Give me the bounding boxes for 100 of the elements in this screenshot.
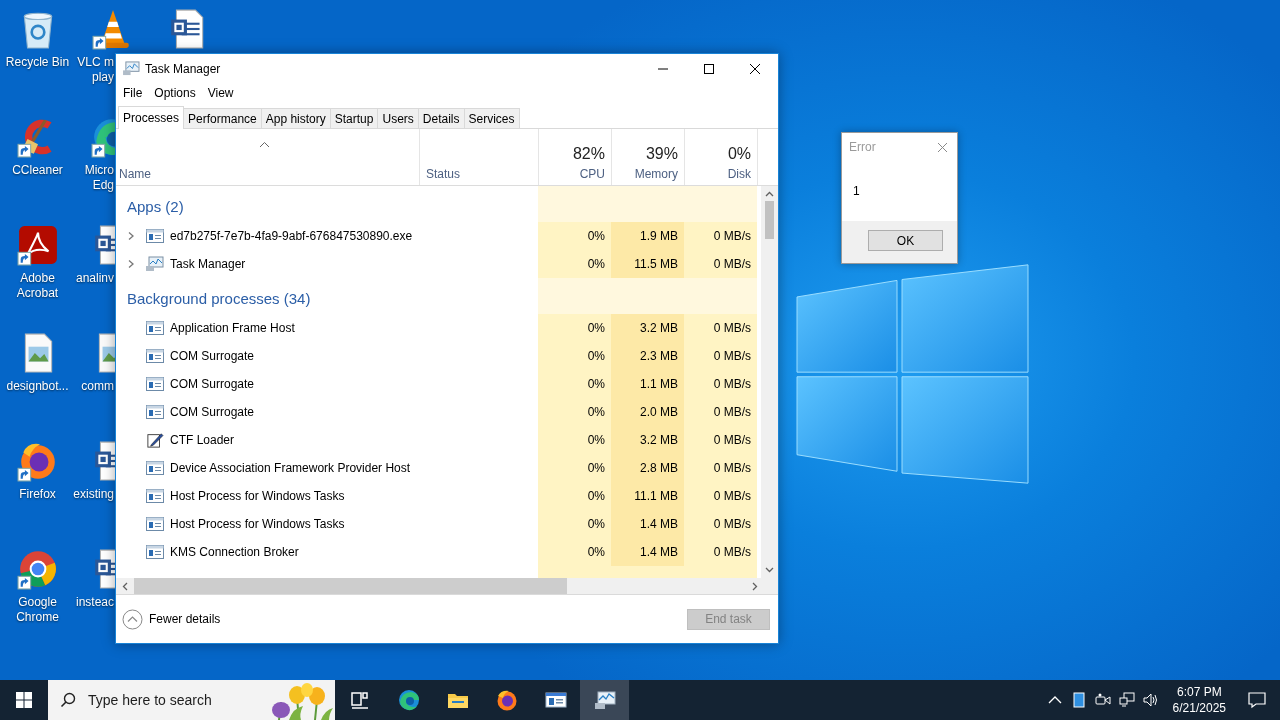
process-name: KMS Connection Broker [170,545,299,559]
clock-time[interactable]: 6:07 PM [1176,684,1222,700]
process-name: Application Frame Host [170,321,295,335]
scroll-right-icon[interactable] [750,581,759,591]
network-icon[interactable] [1118,692,1135,708]
clock-date[interactable]: 6/21/2025 [1172,700,1226,716]
icon-label[interactable]: CCleaner [12,163,63,178]
search-bar[interactable]: Type here to search [48,680,335,720]
tab[interactable]: Users [377,108,419,128]
cpu-cell: 0% [538,250,611,278]
icon-label[interactable]: existing [73,487,114,502]
icon-label[interactable]: Recycle Bin [5,55,70,70]
group-heading: Background processes (34) [126,288,311,307]
cpu-cell: 0% [538,482,611,510]
icon-label[interactable]: Micro Edg [84,163,114,193]
cpu-cell: 0% [538,510,611,538]
cpu-percent: 82% [572,145,605,163]
icon-label[interactable]: designbot... [6,379,69,394]
memory-cell: 11.1 MB [611,482,684,510]
monitor-chart-icon [123,61,140,76]
disk-cell: 0 MB/s [684,482,757,510]
memory-cell: 1.1 MB [611,370,684,398]
menu-item[interactable]: Options [148,86,202,100]
dialog-title: Error [849,140,877,154]
scroll-up-icon[interactable] [765,190,774,199]
group-heading: Apps (2) [126,196,184,215]
process-name: ed7b275f-7e7b-4fa9-9abf-676847530890.exe [170,229,413,243]
column-header[interactable]: Disk [727,167,751,181]
disk-cell: 0 MB/s [684,342,757,370]
search-field[interactable]: Type here to search [88,692,258,708]
cpu-cell: 0% [538,342,611,370]
icon-label[interactable]: Adobe Acrobat [16,271,59,301]
window-icon [146,544,164,560]
collapse-circle-icon[interactable] [122,608,143,630]
volume-icon[interactable] [1142,692,1159,708]
tab[interactable]: Details [417,108,465,128]
window-icon [146,516,164,532]
cpu-cell: 0% [538,370,611,398]
cpu-cell: 0% [538,398,611,426]
column-header[interactable]: Status [426,167,461,181]
cpu-cell: 0% [538,314,611,342]
scroll-down-icon[interactable] [765,565,774,574]
process-name: COM Surrogate [170,405,255,419]
ok-button[interactable]: OK [868,230,943,251]
column-header[interactable]: Name [119,167,419,181]
memory-cell: 1.9 MB [611,222,684,250]
tray-app-icon[interactable] [1070,692,1087,708]
process-name: COM Surrogate [170,349,255,363]
video-camera-icon[interactable] [1094,692,1111,708]
vertical-scrollbar[interactable] [761,186,778,578]
icon-label[interactable]: comm [81,379,114,394]
cpu-cell: 0% [538,538,611,566]
sort-caret-icon[interactable] [258,141,270,148]
memory-cell: 11.5 MB [611,250,684,278]
window-icon [146,460,164,476]
memory-cell: 1.4 MB [611,538,684,566]
monitor-chart-icon[interactable] [580,680,629,720]
tab[interactable]: Performance [183,108,262,128]
icon-label[interactable]: Google Chrome [16,595,59,625]
disk-cell: 0 MB/s [684,538,757,566]
disk-percent: 0% [727,145,751,163]
cpu-cell: 0% [538,454,611,482]
menu-item[interactable]: View [201,86,240,100]
disk-cell: 0 MB/s [684,370,757,398]
icon-label[interactable]: Firefox [19,487,56,502]
process-name: CTF Loader [170,433,235,447]
memory-cell: 1.4 MB [611,510,684,538]
window-icon [146,404,164,420]
fewer-details-link[interactable]: Fewer details [149,612,221,626]
memory-cell: 3.2 MB [611,426,684,454]
process-name: Task Manager [170,257,246,271]
scroll-thumb[interactable] [765,201,774,239]
disk-cell: 0 MB/s [684,426,757,454]
column-header[interactable]: Memory [634,167,678,181]
round-browser-icon[interactable] [16,548,59,590]
pdf-icon[interactable] [16,224,59,266]
disk-cell: 0 MB/s [684,314,757,342]
menu-item[interactable]: File [117,86,149,100]
icon-label[interactable]: insteac [75,595,114,610]
scroll-left-icon[interactable] [121,581,130,591]
window-icon [146,320,164,336]
disk-cell: 0 MB/s [684,398,757,426]
tab[interactable]: Processes [118,106,185,129]
window-icon [146,348,164,364]
cpu-cell: 0% [538,222,611,250]
window-icon [146,488,164,504]
process-name: Host Process for Windows Tasks [170,517,345,531]
monitor-chart-icon [146,256,164,272]
tab[interactable]: Startup [329,108,379,128]
horizontal-scrollbar[interactable] [116,578,778,594]
icon-label[interactable]: VLC m play [77,55,114,85]
dialog-message: 1 [853,184,860,198]
column-header[interactable]: CPU [579,167,605,181]
icon-label[interactable]: analinv [75,271,114,286]
memory-cell: 2.3 MB [611,342,684,370]
disk-cell: 0 MB/s [684,222,757,250]
scroll-thumb[interactable] [134,578,567,594]
memory-cell: 3.2 MB [611,314,684,342]
tab[interactable]: Services [463,108,520,128]
tab[interactable]: App history [260,108,331,128]
